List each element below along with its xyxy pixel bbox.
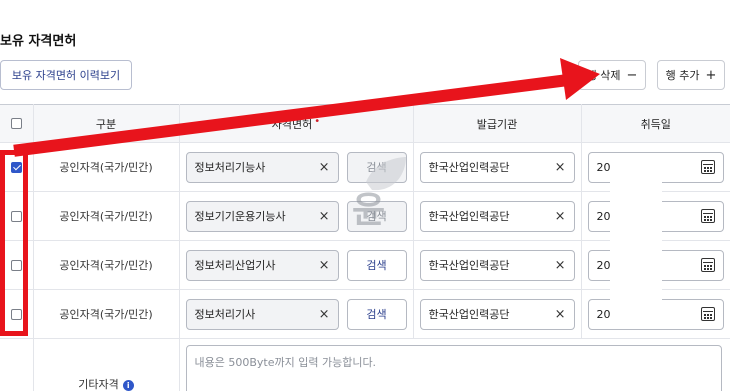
annotation-arrow bbox=[13, 58, 600, 157]
